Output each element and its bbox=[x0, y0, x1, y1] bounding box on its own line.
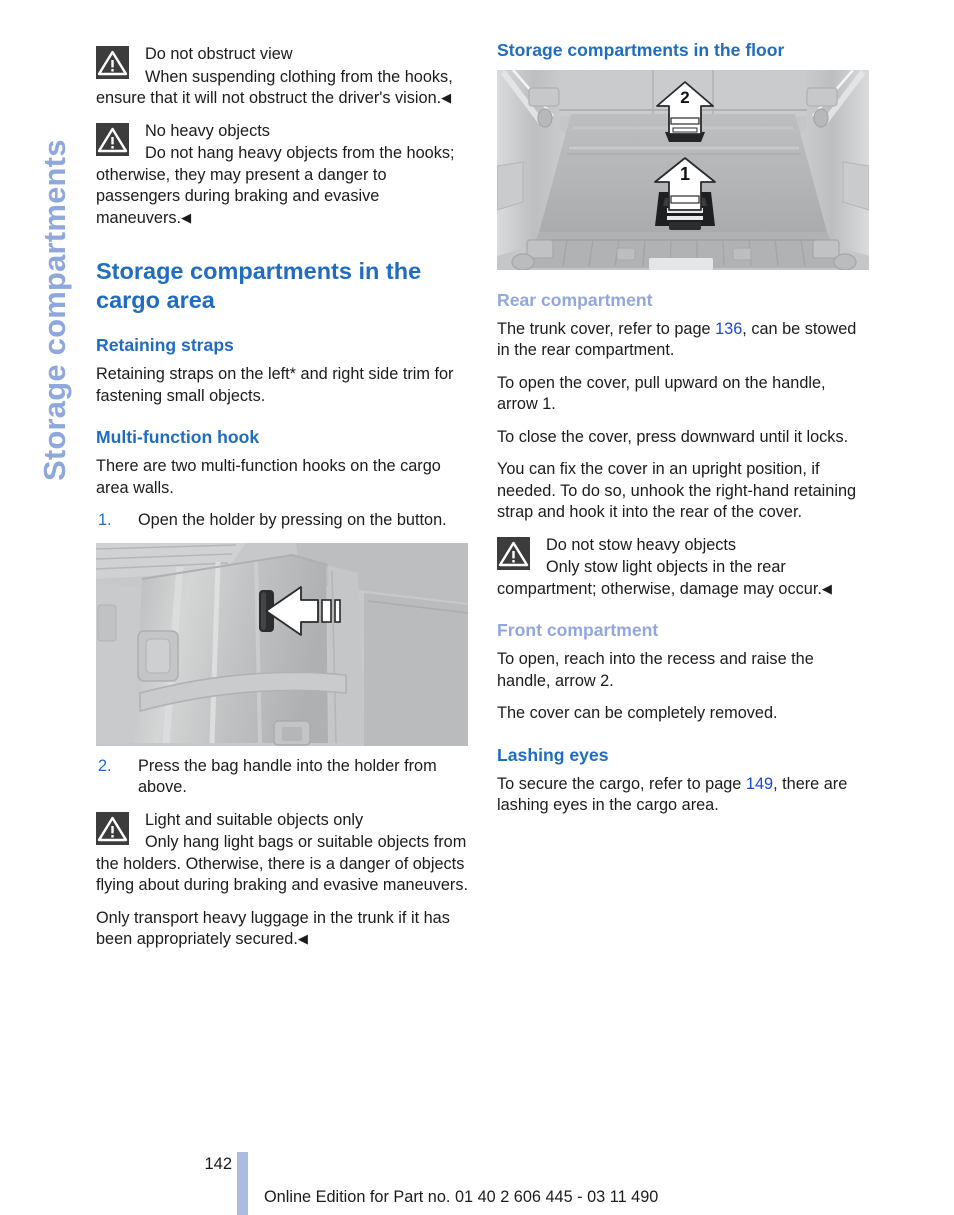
page-reference-link[interactable]: 149 bbox=[746, 775, 773, 793]
warning-title: No heavy objects bbox=[145, 121, 270, 140]
figure-cargo-floor-compartments: 2 1 bbox=[497, 69, 869, 270]
page-footer: 142 Online Edition for Part no. 01 40 2 … bbox=[0, 1148, 954, 1215]
warning-do-not-stow-heavy-objects: Do not stow heavy objects Only stow ligh… bbox=[497, 535, 869, 601]
lashing-eyes-para-1: To secure the cargo, refer to page 149, … bbox=[497, 774, 869, 817]
section-heading-rear-compartment: Rear compartment bbox=[497, 289, 653, 310]
footer-divider-bar bbox=[237, 1152, 248, 1215]
warning-end-mark: ◀ bbox=[297, 931, 308, 947]
list-item: 1. Open the holder by pressing on the bu… bbox=[96, 510, 468, 532]
warning-triangle-icon bbox=[96, 122, 129, 156]
left-column: Do not obstruct view When suspending clo… bbox=[96, 40, 468, 962]
warning-end-mark: ◀ bbox=[181, 209, 192, 225]
front-compartment-para-1: To open, reach into the recess and raise… bbox=[497, 650, 814, 690]
warning-triangle-icon bbox=[497, 536, 530, 570]
section-heading-multi-function-hook: Multi-function hook bbox=[96, 427, 260, 448]
list-item-label: Open the holder by pressing on the butto… bbox=[138, 511, 447, 530]
list-item-label: Press the bag handle into the holder fro… bbox=[138, 756, 437, 797]
page-number: 142 bbox=[204, 1155, 232, 1173]
list-item: 2. Press the bag handle into the holder … bbox=[96, 756, 468, 799]
front-compartment-para-2: The cover can be completely removed. bbox=[497, 704, 778, 723]
section-heading-lashing-eyes: Lashing eyes bbox=[497, 744, 609, 765]
warning-body: Only stow light objects in the rear comp… bbox=[497, 557, 869, 600]
chapter-side-tab-label: Storage compartments bbox=[37, 139, 72, 481]
warning-title: Do not obstruct view bbox=[145, 45, 293, 63]
warning-light-and-suitable-objects: Light and suitable objects only Only han… bbox=[96, 810, 468, 897]
list-item-number: 1. bbox=[98, 511, 112, 530]
rear-compartment-para-3: To close the cover, press downward until… bbox=[497, 427, 849, 446]
warning-triangle-icon bbox=[96, 811, 129, 845]
chapter-side-tab: Storage compartments bbox=[0, 0, 96, 520]
rear-compartment-para-1: The trunk cover, refer to page 136, can … bbox=[497, 319, 869, 362]
page-title: Storage compartments in the cargo area bbox=[96, 258, 422, 314]
warning-body-text: Do not hang heavy objects from the hooks… bbox=[96, 144, 455, 227]
list-item-number: 2. bbox=[98, 756, 112, 775]
arrow-label-1: 1 bbox=[680, 164, 690, 184]
warning-body: Do not hang heavy objects from the hooks… bbox=[96, 143, 468, 229]
warning-body-secondary-text: Only transport heavy luggage in the trun… bbox=[96, 908, 450, 949]
warning-end-mark: ◀ bbox=[821, 580, 832, 596]
warning-body: Only hang light bags or suitable objects… bbox=[96, 833, 468, 895]
warning-do-not-obstruct-view: Do not obstruct view When suspending clo… bbox=[96, 44, 468, 110]
section-heading-storage-compartments-in-the-floor: Storage compartments in the floor bbox=[497, 40, 785, 60]
right-column: Storage compartments in the floor 2 1 Re… bbox=[497, 40, 869, 828]
arrow-label-2: 2 bbox=[680, 88, 689, 107]
warning-body-text: Only stow light objects in the rear comp… bbox=[497, 558, 822, 598]
lashing-para-1-before: To secure the cargo, refer to page bbox=[497, 774, 746, 793]
rear-para-1-before: The trunk cover, refer to page bbox=[497, 319, 716, 338]
warning-title: Do not stow heavy objects bbox=[546, 535, 737, 554]
page-reference-link[interactable]: 136 bbox=[715, 320, 742, 338]
warning-title: Light and suitable objects only bbox=[145, 810, 364, 829]
multi-function-hook-body: There are two multi-function hooks on th… bbox=[96, 457, 441, 497]
warning-triangle-icon bbox=[96, 46, 129, 79]
warning-end-mark: ◀ bbox=[441, 90, 452, 105]
retaining-straps-body: Retaining straps on the left* and right … bbox=[96, 365, 454, 405]
ordered-list-step-2: 2. Press the bag handle into the holder … bbox=[96, 756, 468, 799]
warning-no-heavy-objects: No heavy objects Do not hang heavy objec… bbox=[96, 121, 468, 230]
ordered-list-step-1: 1. Open the holder by pressing on the bu… bbox=[96, 510, 468, 532]
warning-body-secondary: Only transport heavy luggage in the trun… bbox=[96, 908, 468, 951]
rear-compartment-para-2: To open the cover, pull upward on the ha… bbox=[497, 373, 826, 414]
figure-cargo-side-trim-hook bbox=[96, 542, 468, 746]
warning-body-text: When suspending clothing from the hooks,… bbox=[96, 67, 453, 108]
section-heading-front-compartment: Front compartment bbox=[497, 620, 659, 641]
warning-body: When suspending clothing from the hooks,… bbox=[96, 67, 468, 110]
section-heading-retaining-straps: Retaining straps bbox=[96, 335, 234, 356]
rear-compartment-para-4: You can fix the cover in an upright posi… bbox=[497, 460, 857, 522]
footer-edition-text: Online Edition for Part no. 01 40 2 606 … bbox=[264, 1188, 659, 1206]
